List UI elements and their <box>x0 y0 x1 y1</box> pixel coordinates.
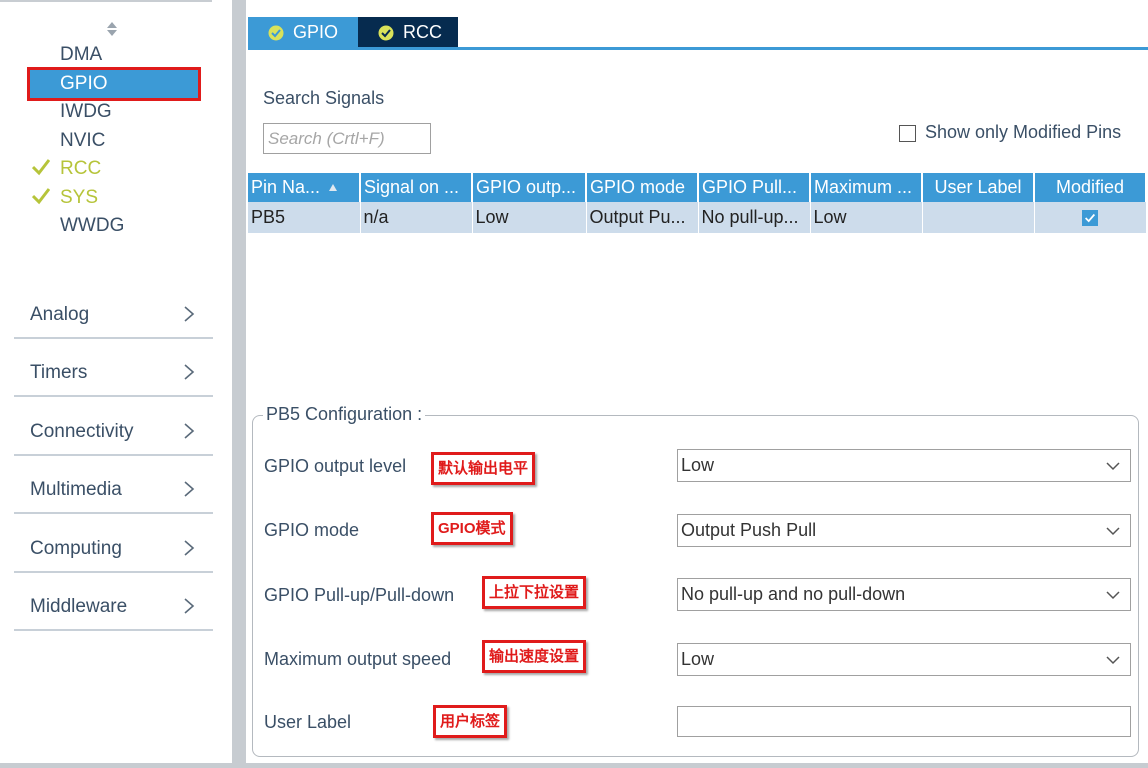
component-label: GPIO <box>60 73 108 94</box>
select-value: Low <box>681 455 715 475</box>
gpio-mode-configuration-panel: GPIO RCC Search Signals Show only Modifi… <box>246 0 1148 768</box>
cell-pull: No pull-up... <box>698 202 811 234</box>
component-sidebar: DMA GPIO IWDG NVIC RCC SYS WWDG Analog T… <box>0 0 232 768</box>
category-label: Computing <box>30 538 122 559</box>
component-label: WWDG <box>60 215 125 236</box>
select-value: No pull-up and no pull-down <box>681 584 906 604</box>
select-value: Output Push Pull <box>681 520 817 540</box>
cell-modified <box>1034 202 1147 234</box>
chevron-right-icon <box>184 481 195 497</box>
cell-output-level: Low <box>472 202 587 234</box>
tab-rcc[interactable]: RCC <box>358 17 458 48</box>
panel-splitter[interactable] <box>232 0 246 768</box>
sort-ascending-icon <box>329 184 338 192</box>
component-item-nvic[interactable]: NVIC <box>30 127 198 155</box>
column-header-pin[interactable]: Pin Na... <box>248 173 361 202</box>
category-label: Timers <box>30 362 88 383</box>
pull-label: GPIO Pull-up/Pull-down <box>264 585 455 605</box>
chevron-right-icon <box>184 540 195 556</box>
component-label: DMA <box>60 44 103 65</box>
chevron-right-icon <box>184 598 195 614</box>
search-input[interactable] <box>263 123 431 154</box>
chevron-right-icon <box>184 423 195 439</box>
category-label: Analog <box>30 304 90 325</box>
select-value: Low <box>681 649 715 669</box>
chevron-down-icon <box>1106 462 1120 471</box>
category-multimedia[interactable]: Multimedia <box>14 456 213 514</box>
pull-select[interactable]: No pull-up and no pull-down <box>677 578 1131 611</box>
component-item-rcc[interactable]: RCC <box>30 155 198 183</box>
component-label: NVIC <box>60 130 106 151</box>
annotation-user-label: 用户标签 <box>433 705 508 738</box>
component-item-wwdg[interactable]: WWDG <box>30 212 198 240</box>
column-header-modified[interactable]: Modified <box>1034 173 1147 202</box>
check-circle-icon <box>378 25 394 41</box>
column-header-speed[interactable]: Maximum ... <box>810 173 923 202</box>
category-label: Connectivity <box>30 421 134 442</box>
category-middleware[interactable]: Middleware <box>14 573 213 631</box>
show-modified-label: Show only Modified Pins <box>925 122 1122 142</box>
category-analog[interactable]: Analog <box>14 281 213 339</box>
chevron-right-icon <box>184 306 195 322</box>
config-group-title: PB5 Configuration : <box>263 404 426 425</box>
pin-configuration-group: PB5 Configuration : GPIO output level 默认… <box>252 404 1139 757</box>
category-timers[interactable]: Timers <box>14 339 213 397</box>
chevron-right-icon <box>184 364 195 380</box>
component-item-dma[interactable]: DMA <box>30 41 198 69</box>
bottom-border <box>0 763 1148 768</box>
cell-signal: n/a <box>360 202 473 234</box>
stm32cubemx-pinout-config: DMA GPIO IWDG NVIC RCC SYS WWDG Analog T… <box>0 0 1148 768</box>
chevron-down-icon <box>1106 591 1120 600</box>
category-computing[interactable]: Computing <box>14 515 213 573</box>
component-label: RCC <box>60 158 102 179</box>
search-signals-title: Search Signals <box>263 88 385 108</box>
speed-label: Maximum output speed <box>264 649 452 669</box>
tab-label: GPIO <box>293 22 339 42</box>
column-header-mode[interactable]: GPIO mode <box>586 173 699 202</box>
chevron-down-icon <box>1106 656 1120 665</box>
component-item-sys[interactable]: SYS <box>30 184 198 212</box>
modified-checkbox-icon <box>1082 210 1098 226</box>
gpio-mode-select[interactable]: Output Push Pull <box>677 514 1131 547</box>
column-header-label: Pin Na... <box>251 177 321 197</box>
sort-icon[interactable] <box>104 20 120 38</box>
cell-user-label <box>922 202 1035 234</box>
tab-label: RCC <box>403 22 442 42</box>
column-header-signal[interactable]: Signal on ... <box>360 173 473 202</box>
user-label-label: User Label <box>264 712 352 732</box>
category-connectivity[interactable]: Connectivity <box>14 398 213 456</box>
column-header-pull[interactable]: GPIO Pull... <box>698 173 811 202</box>
annotation-output-level: 默认输出电平 <box>431 452 536 485</box>
cell-pin: PB5 <box>248 202 361 234</box>
cell-mode: Output Pu... <box>586 202 699 234</box>
table-row[interactable]: PB5 n/a Low Output Pu... No pull-up... L… <box>248 202 1147 234</box>
output-level-label: GPIO output level <box>264 456 407 476</box>
gpio-mode-label: GPIO mode <box>264 520 360 540</box>
category-label: Multimedia <box>30 479 122 500</box>
annotation-gpio-mode: GPIO模式 <box>431 512 513 545</box>
chevron-down-icon <box>1106 527 1120 536</box>
annotation-pull: 上拉下拉设置 <box>482 576 587 609</box>
component-label: SYS <box>60 187 99 208</box>
output-level-select[interactable]: Low <box>677 449 1131 482</box>
tab-underline <box>248 47 1148 50</box>
table-header-row: Pin Na... Signal on ... GPIO outp... GPI… <box>248 173 1147 202</box>
column-header-output-level[interactable]: GPIO outp... <box>472 173 587 202</box>
sidebar-divider <box>0 0 212 2</box>
user-label-input[interactable] <box>677 706 1131 737</box>
annotation-speed: 输出速度设置 <box>482 640 587 673</box>
check-circle-icon <box>268 25 284 41</box>
show-modified-checkbox[interactable] <box>899 125 916 142</box>
column-header-user-label[interactable]: User Label <box>922 173 1035 202</box>
component-item-iwdg[interactable]: IWDG <box>30 98 198 126</box>
speed-select[interactable]: Low <box>677 643 1131 676</box>
cell-speed: Low <box>810 202 923 234</box>
component-label: IWDG <box>60 101 112 122</box>
tab-gpio[interactable]: GPIO <box>248 17 358 48</box>
pin-signal-table: Pin Na... Signal on ... GPIO outp... GPI… <box>248 173 1147 234</box>
check-icon <box>32 159 50 176</box>
component-item-gpio[interactable]: GPIO <box>27 67 201 101</box>
check-icon <box>32 188 50 205</box>
category-label: Middleware <box>30 596 128 617</box>
